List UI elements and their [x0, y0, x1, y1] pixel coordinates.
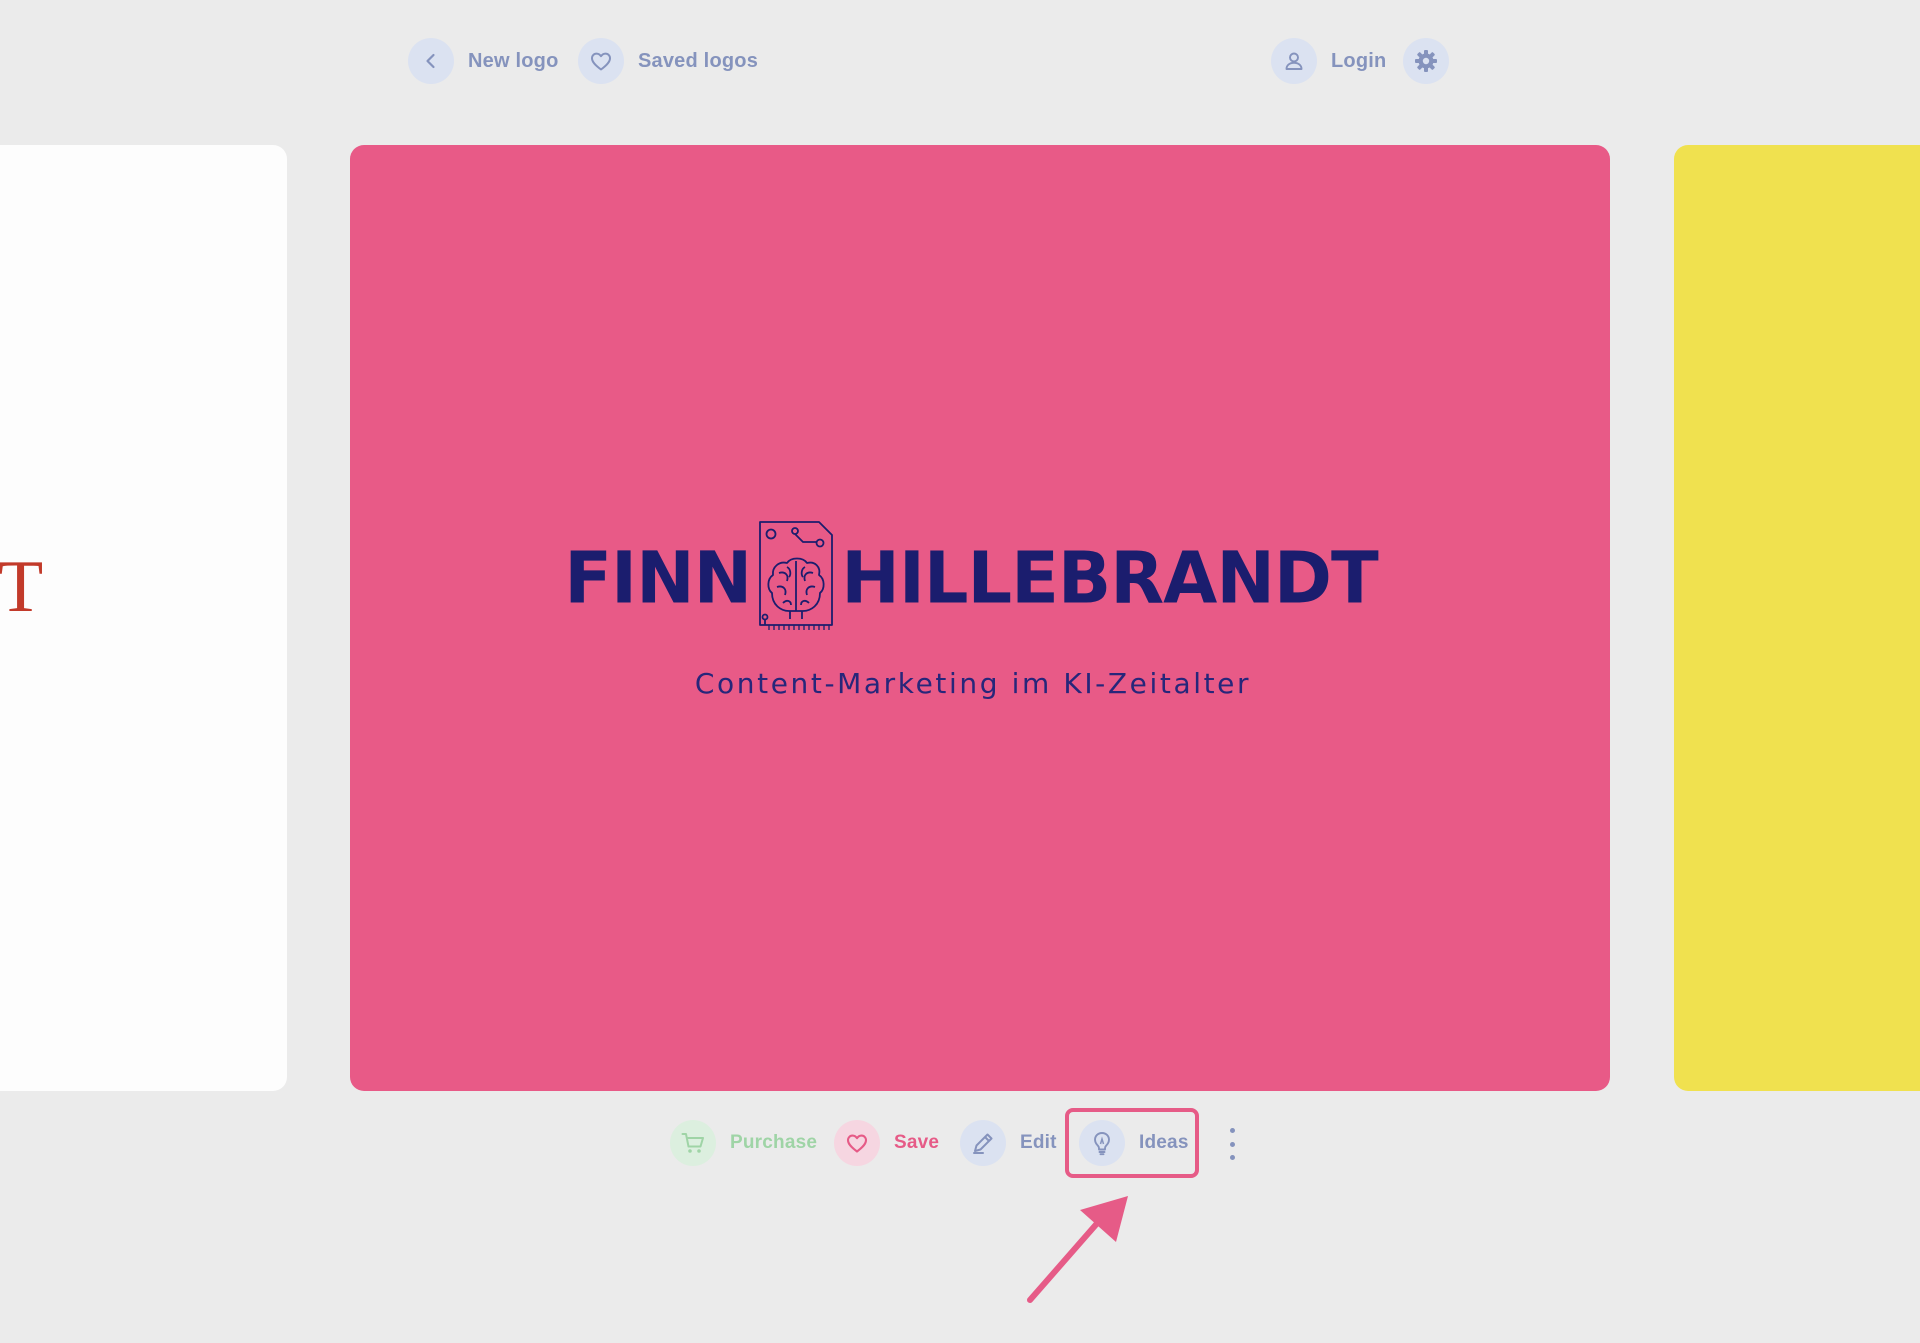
login-label: Login: [1331, 49, 1387, 72]
kebab-icon[interactable]: [1227, 1128, 1237, 1160]
brain-chip-icon: [757, 519, 835, 636]
partial-logo-glyph: T: [0, 546, 44, 628]
save-button[interactable]: Save: [834, 1120, 939, 1166]
heart-icon: [578, 38, 624, 84]
edit-button[interactable]: Edit: [960, 1120, 1057, 1166]
saved-logos-button[interactable]: Saved logos: [578, 38, 758, 84]
logo-word-left: FINN: [564, 535, 752, 620]
pointer-arrow-icon: [1020, 1190, 1140, 1315]
ideas-highlight-box: [1065, 1108, 1199, 1178]
logo-card-current: FINN HILLEBRANDT Content-Marketing im KI…: [350, 145, 1610, 1091]
edit-label: Edit: [1020, 1132, 1057, 1153]
purchase-button[interactable]: Purchase: [670, 1120, 817, 1166]
logo-card-previous[interactable]: T: [0, 145, 287, 1091]
logo-lockup: FINN HILLEBRANDT: [350, 519, 1610, 636]
gear-icon: [1403, 38, 1449, 84]
purchase-label: Purchase: [730, 1132, 818, 1153]
login-button[interactable]: Login: [1271, 38, 1386, 84]
logo-word-right: HILLEBRANDT: [841, 535, 1379, 620]
save-label: Save: [894, 1132, 940, 1153]
settings-button[interactable]: [1403, 38, 1449, 84]
new-logo-label: New logo: [468, 49, 559, 72]
logo-card-next[interactable]: [1674, 145, 1920, 1091]
cart-icon: [670, 1120, 716, 1166]
heart-icon: [834, 1120, 880, 1166]
new-logo-button[interactable]: New logo: [408, 38, 559, 84]
saved-logos-label: Saved logos: [638, 49, 759, 72]
pencil-icon: [960, 1120, 1006, 1166]
user-icon: [1271, 38, 1317, 84]
logo-tagline: Content-Marketing im KI-Zeitalter: [694, 667, 1252, 700]
chevron-left-icon: [408, 38, 454, 84]
